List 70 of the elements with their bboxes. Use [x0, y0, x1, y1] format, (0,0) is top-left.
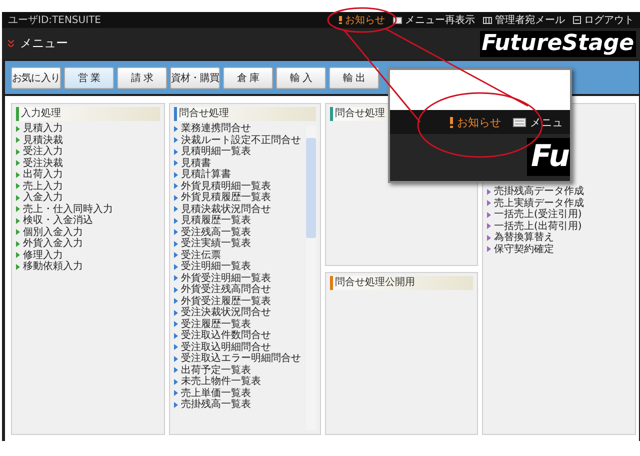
header-link[interactable]: 管理者宛メール: [483, 13, 565, 27]
scrollbar[interactable]: [306, 126, 316, 430]
header-link[interactable]: メニュー再表示: [393, 13, 475, 27]
menu-link[interactable]: 売上・仕入同時入力: [23, 204, 113, 215]
list-icon: [513, 118, 526, 126]
menu-link[interactable]: 外貨見積履歴一覧表: [181, 192, 271, 204]
menu-link[interactable]: 受注取込件数問合せ: [181, 330, 271, 342]
menu-link[interactable]: 一括売上(受注引用): [494, 209, 582, 220]
menu-link[interactable]: 受注決裁状況問合せ: [181, 307, 271, 318]
user-id: ユーザID:TENSUITE: [8, 14, 101, 27]
logo: FutureStage: [480, 30, 636, 56]
menu-link[interactable]: 見積決裁: [23, 134, 63, 146]
menu-link[interactable]: 見積書: [181, 158, 211, 169]
menu-link[interactable]: 受注残高一覧表: [181, 226, 251, 238]
header-link[interactable]: お知らせ: [339, 13, 385, 27]
menu-link[interactable]: 受注取込明細問合せ: [181, 342, 271, 353]
page-title: メニュー: [20, 35, 68, 52]
menu-link[interactable]: 受注取込エラー明細問合せ: [181, 353, 301, 364]
panel-title: 問合せ処理: [174, 107, 316, 121]
menu-link[interactable]: 受注伝票: [181, 250, 221, 261]
menu-link[interactable]: 外貨受注明細一覧表: [181, 272, 271, 284]
highlight-ellipse: [327, 7, 397, 33]
menu-link[interactable]: 見積明細一覧表: [181, 146, 251, 158]
menu-link[interactable]: 受注実績一覧表: [181, 238, 251, 250]
menu-link[interactable]: 決裁ルート設定不正問合せ: [181, 134, 301, 146]
menu-link[interactable]: 売掛残高一覧表: [181, 399, 251, 410]
tab[interactable]: 倉 庫: [223, 66, 273, 88]
tab[interactable]: 請 求: [117, 66, 167, 88]
header-link[interactable]: ログアウト: [573, 13, 634, 27]
menu-link[interactable]: 入金入力: [23, 192, 63, 204]
tab[interactable]: 輸 入: [276, 66, 326, 88]
chevron-icon: [8, 40, 14, 47]
grid-icon: [483, 16, 492, 24]
tab[interactable]: お気に入り: [11, 66, 61, 88]
menu-link[interactable]: 売上単価一覧表: [181, 388, 251, 399]
menu-link[interactable]: 受注履歴一覧表: [181, 318, 251, 330]
menu-link[interactable]: 一括売上(出荷引用): [494, 220, 582, 232]
menu-link[interactable]: 売上実績データ作成: [494, 198, 584, 209]
exit-icon: [573, 16, 581, 24]
menu-link[interactable]: 出荷入力: [23, 169, 63, 180]
menu-link[interactable]: 売掛残高データ作成: [494, 186, 584, 198]
menu-link[interactable]: 見積履歴一覧表: [181, 215, 251, 226]
menu-link[interactable]: 為替換算替え: [494, 232, 554, 244]
exclamation-icon: [339, 16, 342, 24]
menu-link[interactable]: 業務連携問合せ: [181, 123, 251, 134]
tab[interactable]: 資材・購買: [170, 66, 220, 88]
menu-link[interactable]: 個別入金入力: [23, 226, 83, 238]
menu-link[interactable]: 売上入力: [23, 180, 63, 192]
menu-link[interactable]: 受注決裁: [23, 158, 63, 169]
exclamation-icon: [450, 116, 453, 128]
menu-link[interactable]: 見積決裁状況問合せ: [181, 204, 271, 215]
menu-link[interactable]: 受注明細一覧表: [181, 261, 251, 272]
menu-link[interactable]: 外貨見積明細一覧表: [181, 180, 271, 192]
tab[interactable]: 輸 出: [329, 66, 379, 88]
tab[interactable]: 営 業: [64, 66, 114, 88]
menu-link[interactable]: 出荷予定一覧表: [181, 364, 251, 376]
menu-link[interactable]: 外貨受注残高問合せ: [181, 284, 271, 296]
logo: Fu: [527, 138, 570, 176]
menu-link[interactable]: 未売上物件一覧表: [181, 376, 261, 388]
menu-link[interactable]: 受注入力: [23, 146, 63, 158]
menu-link[interactable]: 修理入力: [23, 250, 63, 261]
panel-title: 問合せ処理公開用: [330, 276, 473, 290]
menu-link[interactable]: 保守契約確定: [494, 244, 554, 255]
menu-link[interactable]: 外貨受注履歴一覧表: [181, 296, 271, 307]
menu-link[interactable]: 見積計算書: [181, 169, 231, 180]
menu-link[interactable]: 外貨入金入力: [23, 238, 83, 250]
panel-title: 入力処理: [16, 107, 160, 121]
menu-link[interactable]: 見積入力: [23, 123, 63, 134]
menu-link[interactable]: 移動依頼入力: [23, 261, 83, 272]
menu-link[interactable]: 検収・入金消込: [23, 215, 93, 226]
